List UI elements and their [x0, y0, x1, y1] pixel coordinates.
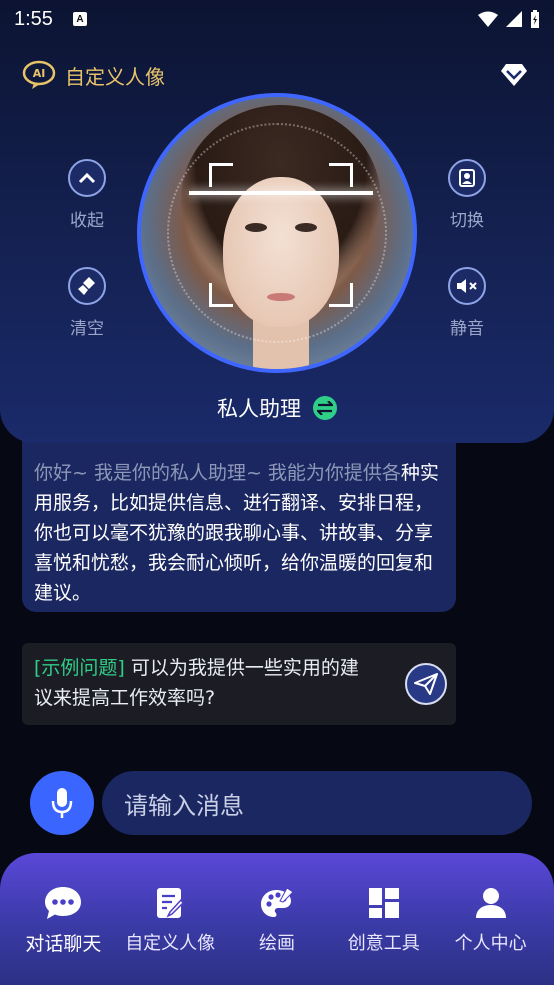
collapse-button[interactable]: 收起 [52, 159, 122, 231]
bottom-nav: 对话聊天 自定义人像 绘画 创意工具 个人中心 [0, 853, 554, 985]
scan-dot-ring [167, 123, 387, 343]
clear-button[interactable]: 清空 [52, 267, 122, 339]
status-bar: 1:55 A [0, 0, 554, 38]
nav-label-custom-portrait: 自定义人像 [125, 933, 216, 954]
paper-plane-icon [414, 673, 438, 695]
speaker-mute-icon [448, 267, 486, 305]
assistant-avatar[interactable] [137, 93, 417, 373]
collapse-label: 收起 [70, 211, 104, 231]
notification-a-icon: A [72, 12, 87, 26]
tools-grid-icon [330, 883, 437, 923]
nav-item-drawing[interactable]: 绘画 [224, 883, 331, 985]
nav-item-creative-tools[interactable]: 创意工具 [330, 883, 437, 985]
assistant-message-text: 你好~ 我是你的私人助理~ 我能为你提供各种实用服务，比如提供信息、进行翻译、安… [34, 458, 444, 608]
switch-portrait-icon [448, 159, 486, 197]
scan-corner-top-left [209, 163, 233, 187]
nav-label-drawing: 绘画 [258, 933, 295, 954]
avatar-panel: AI 自定义人像 收起 清空 切换 静音 私人助理 [0, 0, 554, 443]
scan-corner-bottom-right [329, 283, 353, 307]
status-icons [478, 10, 540, 28]
diamond-vip-icon[interactable] [500, 62, 528, 88]
battery-icon [531, 10, 539, 28]
assistant-name: 私人助理 [217, 397, 301, 421]
mute-label: 静音 [450, 319, 484, 339]
person-icon [437, 883, 544, 923]
signal-icon [506, 11, 522, 27]
mute-button[interactable]: 静音 [432, 267, 502, 339]
status-time: 1:55 [14, 7, 53, 30]
assistant-message-bubble: 你好~ 我是你的私人助理~ 我能为你提供各种实用服务，比如提供信息、进行翻译、安… [22, 420, 456, 612]
send-example-button[interactable] [405, 663, 447, 705]
example-tag: [示例问题] [34, 657, 125, 679]
ai-logo-icon: AI [22, 60, 56, 89]
message-input[interactable]: 请输入消息 [102, 771, 532, 835]
page-title: 自定义人像 [65, 65, 165, 89]
example-question-card[interactable]: [示例问题] 可以为我提供一些实用的建议来提高工作效率吗? [22, 643, 456, 725]
microphone-icon [51, 788, 73, 818]
switch-label: 切换 [450, 211, 484, 231]
broom-icon [68, 267, 106, 305]
nav-label-chat: 对话聊天 [25, 933, 102, 955]
scan-corner-top-right [329, 163, 353, 187]
palette-icon [224, 883, 331, 923]
example-question-text: [示例问题] 可以为我提供一些实用的建议来提高工作效率吗? [34, 653, 376, 713]
greeting-faded-text: 你好~ 我是你的私人助理~ 我能为你提供各 [34, 462, 401, 484]
nav-label-profile: 个人中心 [454, 933, 527, 954]
assistant-name-row: 私人助理 [0, 393, 554, 423]
scan-corner-bottom-left [209, 283, 233, 307]
swap-assistant-icon[interactable] [313, 396, 337, 420]
scan-line [189, 191, 373, 195]
svg-text:AI: AI [33, 67, 46, 80]
voice-input-button[interactable] [30, 771, 94, 835]
nav-item-chat[interactable]: 对话聊天 [10, 883, 117, 985]
wifi-icon [478, 11, 498, 27]
nav-label-creative-tools: 创意工具 [347, 933, 420, 954]
nav-item-custom-portrait[interactable]: 自定义人像 [117, 883, 224, 985]
edit-portrait-icon [117, 883, 224, 923]
chevron-up-icon [68, 159, 106, 197]
chat-icon [10, 883, 117, 923]
nav-item-profile[interactable]: 个人中心 [437, 883, 544, 985]
clear-label: 清空 [70, 319, 104, 339]
switch-button[interactable]: 切换 [432, 159, 502, 231]
